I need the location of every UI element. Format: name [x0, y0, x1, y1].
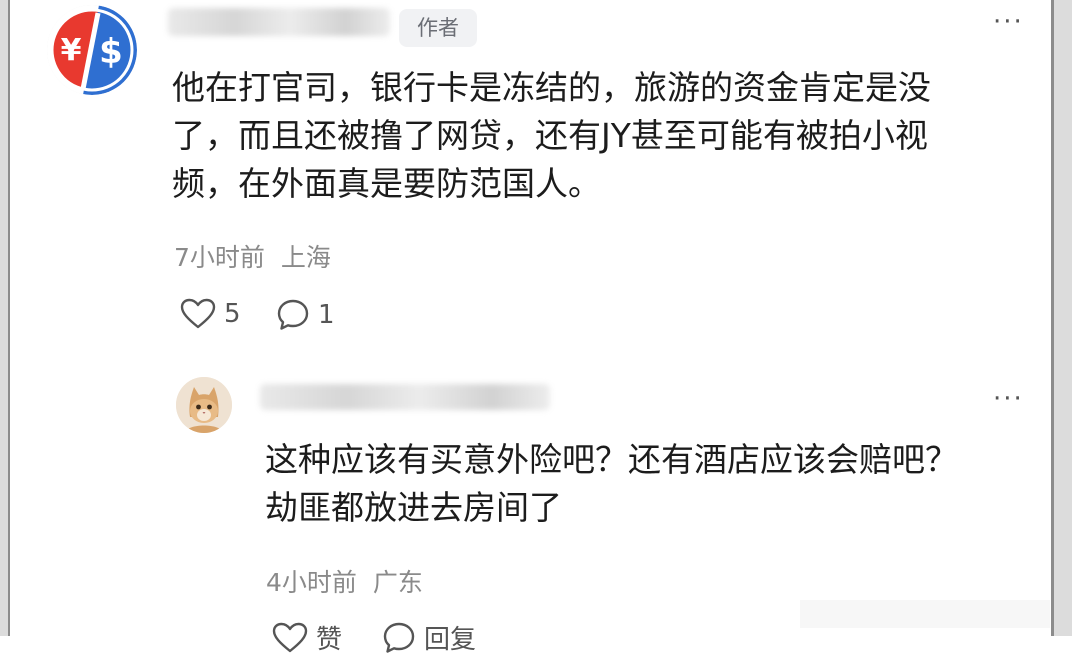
left-frame-border — [0, 0, 10, 636]
comment-line: 他在打官司，银行卡是冻结的，旅游的资金肯定是没 — [172, 68, 931, 107]
like-count: 5 — [224, 299, 241, 329]
svg-text:$: $ — [99, 32, 123, 72]
comment-bubble-icon — [277, 299, 309, 330]
comment-bubble-icon — [383, 622, 415, 653]
comment-line: 频，在外面真是要防范国人。 — [172, 164, 601, 203]
comment-location: 上海 — [280, 243, 331, 272]
yuan-dollar-logo-icon: ¥ $ — [47, 5, 137, 95]
reply-time: 4小时前 — [266, 568, 357, 597]
reply-line: 劫匪都放进去房间了 — [265, 488, 562, 527]
reply-button[interactable]: 1 — [276, 298, 335, 332]
reply-author-name-blurred[interactable] — [260, 384, 550, 410]
comment-meta: 7小时前 上海 — [174, 238, 331, 274]
reply-line: 这种应该有买意外险吧？还有酒店应该会赔吧？ — [265, 440, 958, 479]
more-options-icon[interactable]: ··· — [993, 9, 1024, 35]
reply-location: 广东 — [372, 568, 423, 597]
avatar[interactable]: ¥ $ — [47, 5, 137, 95]
like-label: 赞 — [316, 625, 343, 655]
reply-count: 1 — [318, 300, 335, 330]
heart-icon — [272, 622, 308, 652]
reply-label: 回复 — [424, 625, 477, 655]
like-button[interactable]: 5 — [180, 298, 241, 330]
reply-reply-button[interactable]: 回复 — [382, 619, 476, 656]
cat-avatar-icon — [176, 377, 232, 433]
comment-line: 了，而且还被撸了网贷，还有JY甚至可能有被拍小视 — [172, 116, 928, 155]
more-options-icon[interactable]: ··· — [993, 386, 1024, 412]
watermark-overlay — [800, 600, 1050, 628]
reply-text: 这种应该有买意外险吧？还有酒店应该会赔吧？ 劫匪都放进去房间了 — [265, 436, 958, 532]
main-comment-text: 他在打官司，银行卡是冻结的，旅游的资金肯定是没 了，而且还被撸了网贷，还有JY甚… — [172, 64, 931, 208]
heart-icon — [180, 298, 216, 329]
reply-meta: 4小时前 广东 — [266, 563, 423, 599]
avatar[interactable] — [176, 377, 232, 433]
author-badge: 作者 — [399, 9, 477, 47]
svg-text:¥: ¥ — [61, 33, 82, 68]
author-name-blurred[interactable] — [168, 8, 390, 36]
right-frame-border — [1051, 0, 1072, 636]
reply-like-button[interactable]: 赞 — [272, 619, 342, 656]
comment-time: 7小时前 — [174, 243, 265, 272]
